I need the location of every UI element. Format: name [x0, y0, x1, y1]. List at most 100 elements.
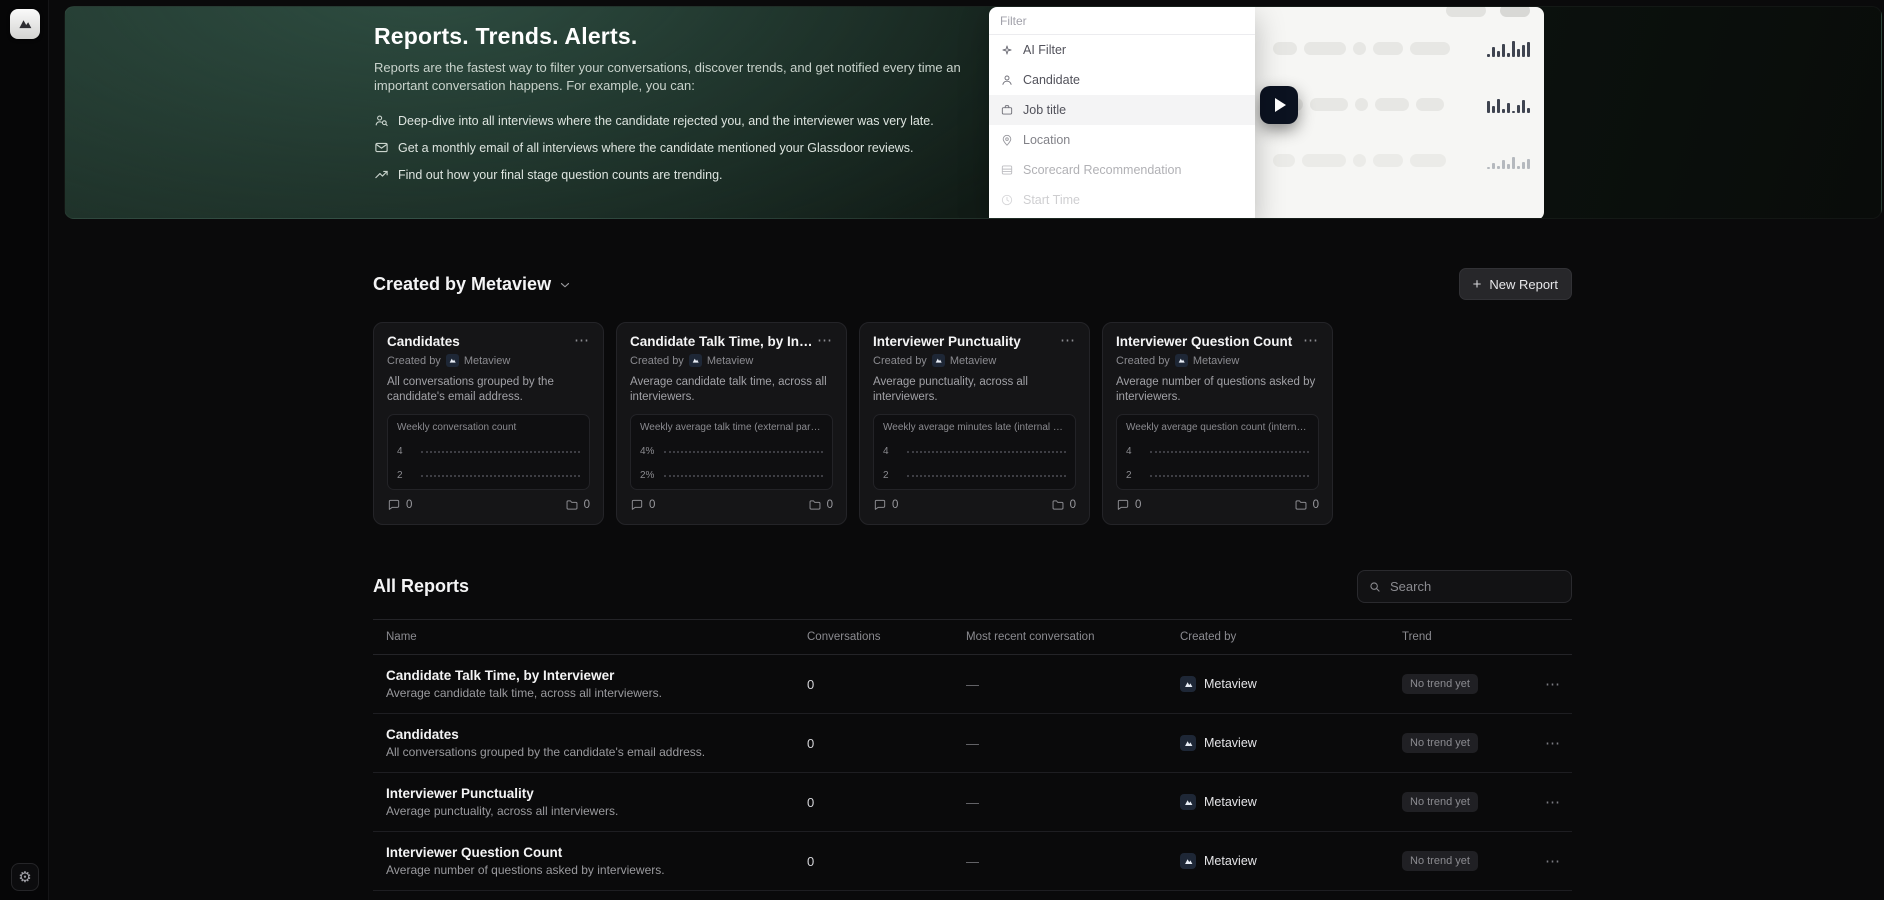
- gridline: [421, 474, 580, 477]
- report-cards-row: Candidates ⋯ Created by Metaview All con…: [373, 322, 1572, 525]
- folder-icon: [1295, 500, 1307, 510]
- created-by-cell: Metaview: [1180, 735, 1402, 751]
- report-name-cell: Interviewer Punctuality Average punctual…: [386, 786, 807, 818]
- column-header-created-by: Created by: [1180, 631, 1237, 643]
- most-recent-cell: —: [966, 853, 979, 869]
- table-row[interactable]: Candidate Talk Time, by Interviewer Aver…: [373, 655, 1572, 714]
- mini-chart: Weekly average minutes late (internal … …: [873, 414, 1076, 490]
- y-axis-label: 2: [1126, 470, 1132, 481]
- report-name: Interviewer Question Count: [386, 845, 563, 860]
- most-recent-cell: —: [966, 794, 979, 810]
- y-axis-label: 4%: [640, 446, 655, 457]
- rows-icon: [1001, 165, 1013, 175]
- section-title: Created by Metaview: [373, 274, 572, 295]
- filter-item-ai-filter: AI Filter: [989, 35, 1255, 65]
- filter-item-candidate: Candidate: [989, 65, 1255, 95]
- row-menu-button[interactable]: ⋯: [1534, 732, 1572, 754]
- ellipsis-icon: ⋯: [1303, 332, 1319, 349]
- chart-title: Weekly average question count (intern…: [1126, 422, 1307, 433]
- report-name: Candidate Talk Time, by Interviewer: [386, 668, 615, 683]
- gridline: [664, 474, 823, 477]
- trend-badge: No trend yet: [1402, 674, 1478, 694]
- gridline: [1150, 474, 1309, 477]
- hero-bullet-text: Get a monthly email of all interviews wh…: [398, 140, 914, 155]
- card-title: Candidate Talk Time, by Interviewer: [630, 334, 833, 349]
- row-menu-button[interactable]: ⋯: [1534, 850, 1572, 872]
- gridline: [907, 450, 1066, 453]
- column-header-conversations: Conversations: [807, 631, 881, 643]
- filter-item-location: Location: [989, 125, 1255, 155]
- skeleton-row: [1273, 153, 1544, 169]
- metaview-logo-icon: [1180, 853, 1196, 869]
- conversations-icon: [631, 499, 643, 510]
- reports-table: Name Conversations Most recent conversat…: [373, 619, 1572, 891]
- filter-input: Filter: [989, 7, 1255, 35]
- metaview-mountain-icon: [19, 20, 32, 29]
- skeleton-row: [1273, 39, 1544, 57]
- settings-button[interactable]: ⚙: [11, 863, 39, 891]
- folder-icon: [809, 500, 821, 510]
- hero-bullet-text: Deep-dive into all interviews where the …: [398, 113, 934, 128]
- chart-title: Weekly average talk time (external par…: [640, 422, 821, 433]
- folder-icon: [566, 500, 578, 510]
- report-card-interviewer-question-count[interactable]: Interviewer Question Count ⋯ Created by …: [1102, 322, 1333, 525]
- ellipsis-icon: ⋯: [574, 332, 590, 349]
- chevron-down-icon[interactable]: [558, 278, 572, 292]
- metaview-logo-icon: [1174, 354, 1188, 367]
- main-content: Created by Metaview + New Report Candida…: [373, 266, 1572, 891]
- map-pin-icon: [1002, 134, 1012, 146]
- folder-count: 0: [808, 498, 833, 512]
- new-report-button[interactable]: + New Report: [1458, 268, 1572, 300]
- y-axis-label: 4: [397, 446, 403, 457]
- report-name-cell: Candidates All conversations grouped by …: [386, 727, 807, 759]
- card-menu-button[interactable]: ⋯: [813, 329, 837, 351]
- folder-count: 0: [1051, 498, 1076, 512]
- card-byline: Created by Metaview: [387, 354, 511, 367]
- card-menu-button[interactable]: ⋯: [1056, 329, 1080, 351]
- card-description: All conversations grouped by the candida…: [387, 376, 554, 403]
- card-title: Interviewer Punctuality: [873, 334, 1021, 349]
- skeleton-pill: [1446, 7, 1486, 17]
- table-row[interactable]: Interviewer Punctuality Average punctual…: [373, 773, 1572, 832]
- y-axis-label: 2: [397, 470, 403, 481]
- sparkline-chart: [1487, 39, 1530, 57]
- gridline: [1150, 450, 1309, 453]
- filter-item-label: Job title: [1023, 103, 1067, 117]
- table-header: Name Conversations Most recent conversat…: [373, 619, 1572, 655]
- report-card-interviewer-punctuality[interactable]: Interviewer Punctuality ⋯ Created by Met…: [859, 322, 1090, 525]
- conversations-cell: 0: [807, 735, 815, 751]
- card-byline: Created by Metaview: [873, 354, 997, 367]
- metaview-logo-icon: [688, 354, 702, 367]
- report-name: Candidates: [386, 727, 459, 742]
- ellipsis-icon: ⋯: [1060, 332, 1076, 349]
- search-box[interactable]: [1357, 570, 1572, 603]
- row-menu-button[interactable]: ⋯: [1534, 791, 1572, 813]
- card-menu-button[interactable]: ⋯: [570, 329, 594, 351]
- hero-text: Reports. Trends. Alerts. Reports are the…: [374, 22, 984, 188]
- trend-badge: No trend yet: [1402, 733, 1478, 753]
- metaview-logo-icon: [1180, 794, 1196, 810]
- card-byline: Created by Metaview: [630, 354, 754, 367]
- report-card-candidate-talk-time[interactable]: Candidate Talk Time, by Interviewer ⋯ Cr…: [616, 322, 847, 525]
- hero-bullet: Deep-dive into all interviews where the …: [374, 107, 984, 134]
- card-menu-button[interactable]: ⋯: [1299, 329, 1323, 351]
- conversations-icon: [388, 499, 400, 510]
- row-menu-button[interactable]: ⋯: [1534, 673, 1572, 695]
- play-button[interactable]: [1260, 86, 1298, 124]
- most-recent-cell: —: [966, 676, 979, 692]
- report-card-candidates[interactable]: Candidates ⋯ Created by Metaview All con…: [373, 322, 604, 525]
- card-description: Average candidate talk time, across all …: [630, 376, 827, 403]
- ellipsis-icon: ⋯: [817, 332, 833, 349]
- app-logo[interactable]: [10, 9, 40, 39]
- metaview-logo-icon: [1180, 735, 1196, 751]
- search-input[interactable]: [1390, 579, 1561, 594]
- report-description: Average punctuality, across all intervie…: [386, 804, 619, 818]
- conversations-cell: 0: [807, 853, 815, 869]
- card-description: Average number of questions asked by int…: [1116, 376, 1316, 403]
- filter-item-label: AI Filter: [1023, 43, 1067, 57]
- skeleton-row: [1273, 97, 1544, 113]
- table-row[interactable]: Interviewer Question Count Average numbe…: [373, 832, 1572, 891]
- ellipsis-icon: ⋯: [1545, 853, 1561, 870]
- card-description: Average punctuality, across all intervie…: [873, 376, 1028, 403]
- table-row[interactable]: Candidates All conversations grouped by …: [373, 714, 1572, 773]
